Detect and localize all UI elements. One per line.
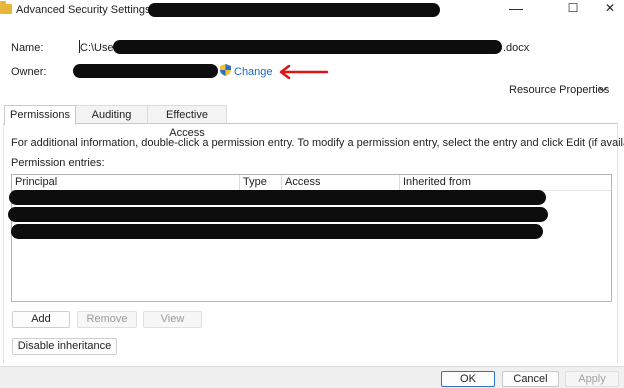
add-button[interactable]: Add — [12, 311, 70, 328]
resource-properties-label[interactable]: Resource Properties — [509, 84, 609, 96]
redacted-owner — [73, 64, 218, 78]
change-owner-link[interactable]: Change — [234, 66, 273, 78]
info-text: For additional information, double-click… — [11, 137, 624, 149]
tab-divider — [3, 123, 618, 124]
cancel-button[interactable]: Cancel — [502, 371, 559, 387]
maximize-button[interactable]: ☐ — [553, 0, 593, 18]
tab-effective-access[interactable]: Effective Access — [147, 105, 227, 139]
column-header-type[interactable]: Type — [240, 175, 282, 190]
column-header-principal[interactable]: Principal — [12, 175, 240, 190]
folder-icon — [0, 1, 12, 14]
tab-auditing[interactable]: Auditing — [75, 105, 148, 124]
column-header-access[interactable]: Access — [282, 175, 400, 190]
name-value-suffix: .docx — [503, 42, 530, 54]
close-button[interactable]: ✕ — [590, 0, 624, 18]
redacted-path — [113, 40, 502, 54]
panel-border-right — [617, 123, 618, 363]
permission-entries-label: Permission entries: — [11, 157, 105, 169]
redacted-entry-row[interactable] — [8, 207, 548, 222]
tab-permissions[interactable]: Permissions — [4, 105, 76, 125]
disable-inheritance-button[interactable]: Disable inheritance — [12, 338, 117, 355]
panel-border-left — [3, 123, 4, 363]
apply-button[interactable]: Apply — [565, 371, 619, 387]
redacted-entry-row[interactable] — [11, 224, 543, 239]
red-arrow-annotation — [279, 65, 329, 79]
chevron-down-icon[interactable] — [598, 86, 608, 92]
owner-label: Owner: — [11, 66, 47, 78]
column-header-inherited-from[interactable]: Inherited from — [400, 175, 610, 190]
window-title: Advanced Security Settings for — [16, 4, 167, 16]
minimize-button[interactable]: — — [496, 0, 536, 18]
redacted-entry-row[interactable] — [9, 190, 546, 205]
ok-button[interactable]: OK — [441, 371, 495, 387]
redacted-title — [148, 3, 440, 17]
view-button[interactable]: View — [143, 311, 202, 328]
remove-button[interactable]: Remove — [77, 311, 137, 328]
shield-icon — [220, 64, 231, 76]
name-label: Name: — [11, 42, 44, 54]
title-bar: Advanced Security Settings for — ☐ ✕ — [0, 0, 624, 20]
